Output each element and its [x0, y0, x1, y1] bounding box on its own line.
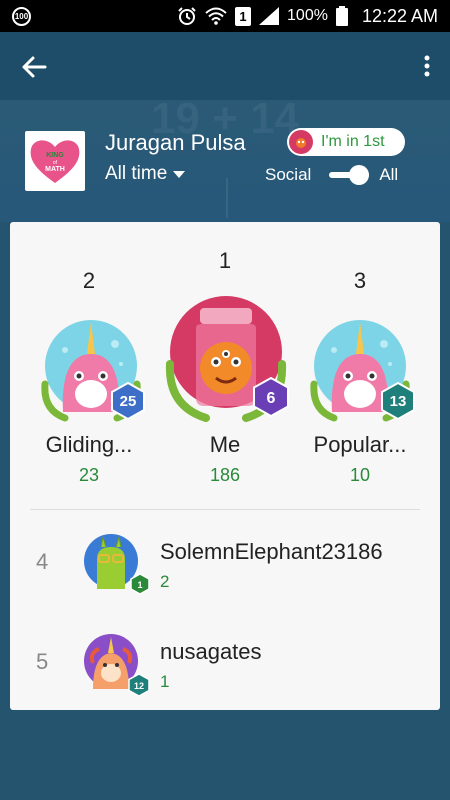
signal-icon: [259, 7, 280, 25]
podium-rank-2: 2: [82, 268, 96, 293]
list-rank: 5: [36, 649, 49, 674]
battery-icon: [335, 6, 348, 26]
podium-name-3: Popular...: [313, 432, 407, 457]
svg-text:KING: KING: [46, 152, 64, 159]
time-filter-label: All time: [105, 163, 168, 184]
notification-count-icon: 100: [12, 7, 31, 26]
svg-text:MATH: MATH: [45, 166, 65, 173]
level-hex-icon: 25: [111, 382, 145, 420]
podium-name-2: Gliding...: [45, 432, 133, 457]
podium-rank-3: 3: [353, 268, 367, 293]
list-score: 1: [160, 672, 170, 691]
list-item[interactable]: 5 12 nusagates 1: [10, 627, 440, 707]
player-name: Juragan Pulsa: [105, 130, 246, 155]
status-bar: 100 1 100% 12:22 AM: [0, 0, 450, 32]
sim-icon: 1: [235, 6, 252, 26]
arrow-left-icon[interactable]: [18, 50, 52, 84]
level-hex-icon: 1: [130, 573, 150, 595]
social-all-toggle-row: Social All: [265, 165, 398, 185]
level-text: 6: [267, 390, 276, 407]
game-logo: KING of MATH: [25, 131, 85, 191]
alarm-icon: [178, 7, 196, 25]
chevron-down-icon: [173, 170, 186, 178]
level-text: 13: [390, 393, 407, 410]
podium-score-3: 10: [349, 465, 371, 485]
toggle-right-label: All: [379, 165, 399, 184]
wifi-icon: [205, 7, 227, 25]
battery-percent: 100%: [287, 7, 328, 24]
app-bar: [0, 32, 450, 100]
more-vert-icon[interactable]: [418, 52, 436, 82]
leaderboard-card: 2 25 Gliding... 23 1 6 Me 186 3 13 Popul…: [10, 222, 440, 710]
podium-score-2: 23: [78, 465, 100, 485]
status-icons: 1 100% 12:22 AM: [177, 5, 438, 27]
level-hex-icon: 13: [381, 382, 415, 420]
list-name: nusagates: [160, 639, 262, 664]
jar-monster-mini-avatar: [289, 130, 313, 154]
list-item[interactable]: 4 1 SolemnElephant23186 2: [10, 527, 440, 607]
background-divider: [226, 178, 228, 218]
podium-rank-1: 1: [218, 248, 232, 273]
list-rank: 4: [36, 549, 49, 574]
level-hex-icon: 12: [128, 673, 150, 697]
time-filter-dropdown[interactable]: All time: [105, 163, 186, 185]
social-all-toggle[interactable]: [329, 165, 370, 185]
level-text: 25: [120, 393, 137, 410]
list-score: 2: [160, 572, 170, 591]
divider: [30, 509, 420, 510]
clock-time: 12:22 AM: [361, 5, 438, 26]
level-text: 12: [134, 681, 144, 691]
rank-badge-label: I'm in 1st: [321, 133, 385, 150]
toggle-left-label: Social: [265, 165, 312, 184]
leaderboard-header: 19 + 14 KING of MATH Juragan Pulsa All t…: [0, 94, 450, 222]
level-text: 1: [137, 580, 142, 590]
list-name: SolemnElephant23186: [160, 539, 383, 564]
podium-name-1: Me: [209, 432, 241, 457]
heart-logo-icon: KING of MATH: [30, 140, 80, 183]
podium-score-1: 186: [209, 465, 241, 485]
level-hex-icon: 6: [253, 377, 289, 417]
rank-badge[interactable]: I'm in 1st: [287, 128, 405, 156]
